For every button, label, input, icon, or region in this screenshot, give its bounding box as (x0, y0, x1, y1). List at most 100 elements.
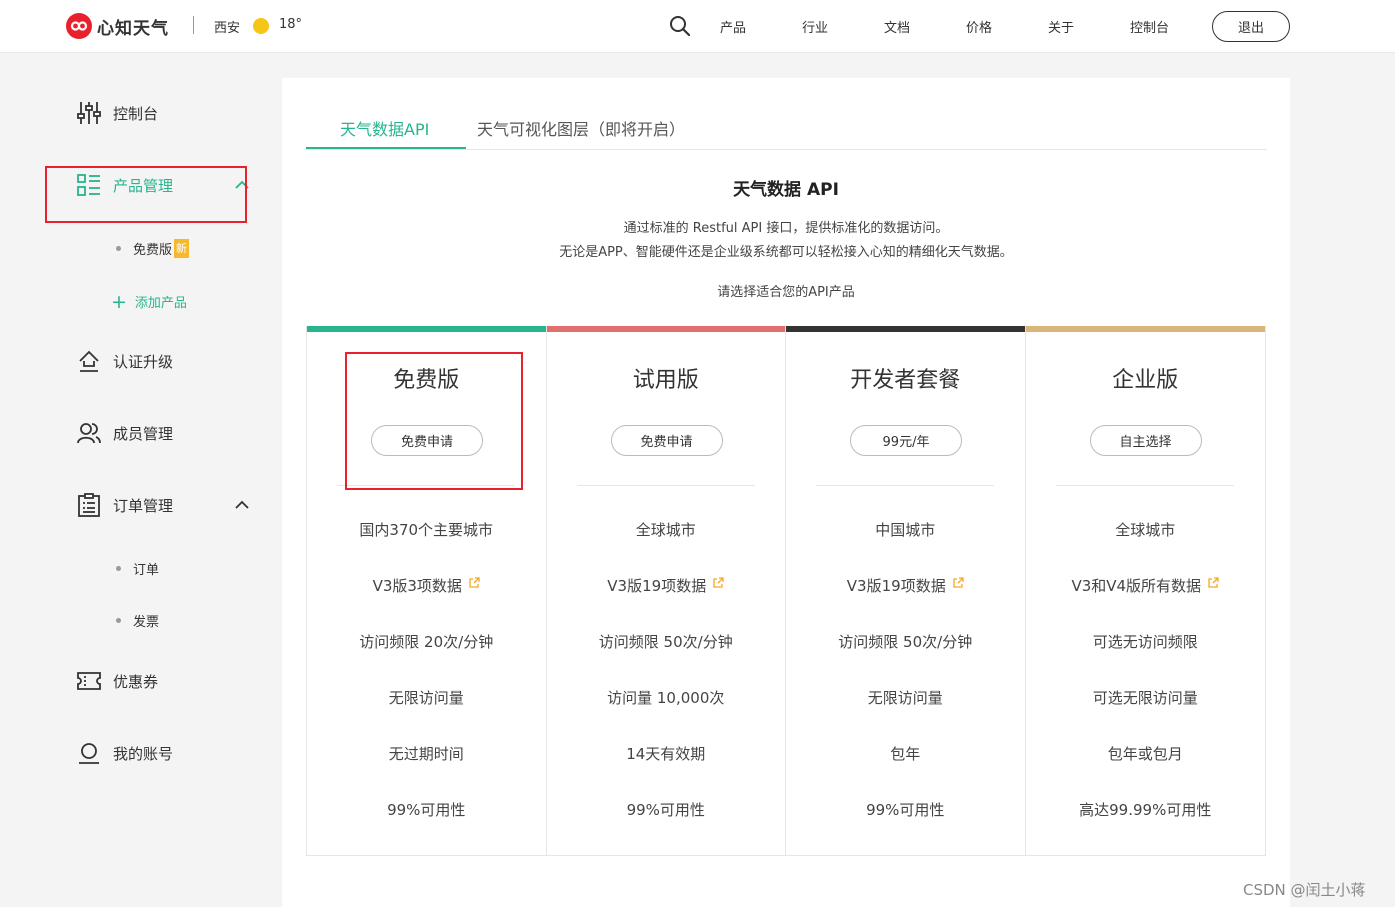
sidebar-item-console[interactable]: 控制台 (76, 100, 158, 126)
sidebar-item-coupons[interactable]: 优惠券 (76, 668, 158, 694)
chevron-up-icon[interactable] (234, 500, 250, 510)
plan-feature: 无限访问量 (388, 689, 464, 707)
plan-feature: 访问量 10,000次 (607, 689, 725, 707)
coupon-icon (76, 668, 102, 694)
main-panel: 天气数据API 天气可视化图层（即将开启） 天气数据 API 通过标准的 Res… (282, 78, 1290, 907)
plan-feature: 无限访问量 (867, 689, 943, 707)
weather-city[interactable]: 西安 (214, 17, 240, 36)
apply-trial-button[interactable]: 免费申请 (610, 425, 723, 456)
plan-feature: 可选无限访问量 (1092, 689, 1198, 707)
nav-industry[interactable]: 行业 (802, 17, 828, 36)
external-link-icon (713, 577, 724, 588)
plan-feature: 高达99.99%可用性 (1079, 801, 1212, 819)
plan-name: 企业版 (1112, 368, 1179, 393)
plan-feature: 全球城市 (635, 521, 696, 539)
page-title: 天气数据 API (733, 180, 839, 200)
sidebar-item-account[interactable]: 我的账号 (76, 740, 173, 766)
plan-card-enterprise: 企业版 自主选择 全球城市 V3和V4版所有数据 可选无访问频限 可选无限访问量… (1025, 326, 1266, 856)
active-tab-indicator (306, 147, 466, 149)
bullet-dot (116, 246, 121, 251)
external-link-icon (469, 577, 480, 588)
card-divider (576, 485, 755, 486)
plan-color-bar (1025, 326, 1265, 332)
sidebar-item-members[interactable]: 成员管理 (76, 420, 173, 446)
plan-name: 试用版 (632, 368, 699, 393)
plan-name: 开发者套餐 (850, 368, 961, 393)
weather-temperature: 18° (279, 17, 303, 32)
plan-feature-label: V3版19项数据 (607, 577, 707, 595)
upgrade-icon (76, 348, 102, 374)
sidebar-item-label: 订单管理 (113, 496, 174, 515)
header-divider (193, 16, 194, 34)
sidebar-item-verification[interactable]: 认证升级 (76, 348, 173, 374)
sidebar-subitem-order[interactable]: 订单 (116, 559, 159, 578)
bullet-dot (116, 566, 121, 571)
plan-feature-link[interactable]: V3版3项数据 (307, 575, 546, 596)
choose-enterprise-button[interactable]: 自主选择 (1089, 425, 1202, 456)
plan-feature-link[interactable]: V3和V4版所有数据 (1026, 575, 1266, 596)
search-icon[interactable] (669, 15, 691, 41)
plan-feature: 99%可用性 (866, 801, 945, 819)
add-product-link[interactable]: + 添加产品 (111, 292, 187, 311)
nav-console[interactable]: 控制台 (1130, 17, 1169, 36)
plan-feature: 无过期时间 (388, 745, 464, 763)
clipboard-icon (76, 492, 102, 518)
external-link-icon (953, 577, 964, 588)
nav-products[interactable]: 产品 (720, 17, 746, 36)
highlight-annotation (45, 166, 247, 223)
watermark: CSDN @闰土小蒋 (1243, 881, 1366, 899)
plan-color-bar (786, 326, 1025, 332)
plan-feature: 访问频限 50次/分钟 (598, 633, 733, 651)
sidebar-subitem-label: 订单 (133, 563, 160, 578)
plan-card-trial: 试用版 免费申请 全球城市 V3版19项数据 访问频限 50次/分钟 访问量 1… (546, 326, 786, 856)
users-icon (76, 420, 102, 446)
sidebar-subitem-free[interactable]: 免费版 新 (116, 239, 190, 258)
plan-color-bar (546, 326, 785, 332)
nav-pricing[interactable]: 价格 (966, 17, 992, 36)
sidebar-item-orders[interactable]: 订单管理 (76, 492, 173, 518)
plan-feature: 国内370个主要城市 (359, 521, 494, 539)
select-prompt: 请选择适合您的API产品 (717, 285, 855, 300)
sliders-icon (76, 100, 102, 126)
plan-feature: 包年 (890, 745, 921, 763)
description-line-1: 通过标准的 Restful API 接口，提供标准化的数据访问。 (623, 221, 949, 236)
plus-icon: + (111, 290, 127, 313)
plan-feature: 访问频限 20次/分钟 (359, 633, 494, 651)
sidebar-item-label: 优惠券 (113, 672, 159, 691)
new-badge: 新 (174, 239, 190, 258)
plan-feature-label: V3版3项数据 (372, 577, 462, 595)
tab-divider (306, 149, 1267, 150)
plan-feature: 99%可用性 (626, 801, 705, 819)
plan-feature-label: V3版19项数据 (846, 577, 946, 595)
user-icon (76, 740, 102, 766)
description-line-2: 无论是APP、智能硬件还是企业级系统都可以轻松接入心知的精细化天气数据。 (559, 245, 1013, 260)
plan-feature: 全球城市 (1115, 521, 1176, 539)
sidebar-subitem-invoice[interactable]: 发票 (116, 611, 159, 630)
brand-logo[interactable]: 心知天气 (66, 13, 169, 39)
nav-about[interactable]: 关于 (1048, 17, 1074, 36)
sidebar-item-label: 我的账号 (113, 744, 174, 763)
card-divider (816, 485, 994, 486)
sidebar-subitem-label: 发票 (133, 615, 160, 630)
logout-button[interactable]: 退出 (1212, 11, 1290, 42)
nav-docs[interactable]: 文档 (884, 17, 910, 36)
plan-feature-label: V3和V4版所有数据 (1071, 577, 1202, 595)
sidebar-item-label: 控制台 (113, 104, 159, 123)
plan-feature-link[interactable]: V3版19项数据 (786, 575, 1025, 596)
brand-name: 心知天气 (97, 18, 169, 39)
add-product-label: 添加产品 (134, 296, 187, 311)
plan-feature: 可选无访问频限 (1092, 633, 1198, 651)
tab-visual-layer[interactable]: 天气可视化图层（即将开启） (477, 116, 685, 140)
plan-feature: 包年或包月 (1107, 745, 1183, 763)
plan-feature-link[interactable]: V3版19项数据 (547, 575, 786, 596)
top-navbar: 心知天气 西安 18° 产品 行业 文档 价格 关于 控制台 退出 (0, 0, 1395, 53)
buy-developer-button[interactable]: 99元/年 (850, 425, 962, 456)
card-divider (1055, 485, 1234, 486)
plan-feature: 99%可用性 (387, 801, 466, 819)
bullet-dot (116, 618, 121, 623)
plan-feature: 访问频限 50次/分钟 (838, 633, 973, 651)
sunny-icon (253, 18, 269, 34)
plan-feature: 中国城市 (875, 521, 936, 539)
external-link-icon (1208, 577, 1219, 588)
tab-weather-api[interactable]: 天气数据API (340, 116, 429, 140)
